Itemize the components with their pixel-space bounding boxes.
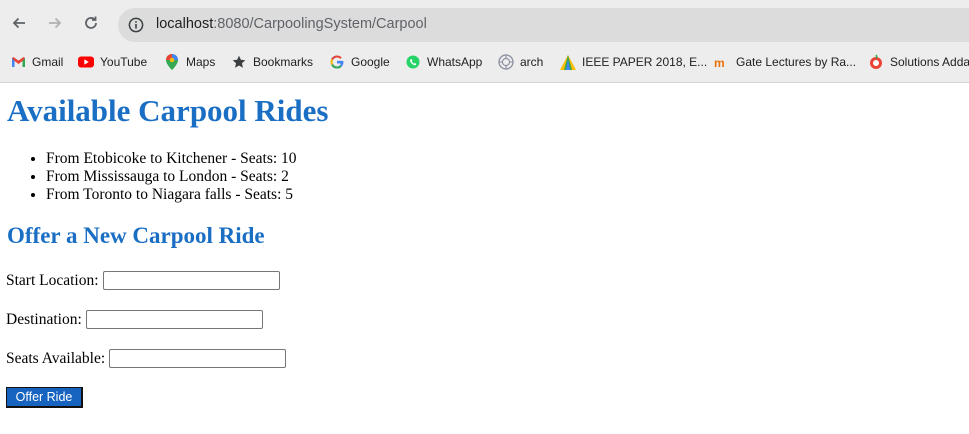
gmail-icon [10, 54, 26, 70]
page-title: Available Carpool Rides [7, 93, 329, 128]
list-item: From Mississauga to London - Seats: 2 [46, 168, 297, 186]
bookmark-label: Gate Lectures by Ra... [736, 55, 857, 69]
gate-icon: m [714, 54, 730, 70]
url-path: :8080/CarpoolingSystem/Carpool [213, 16, 427, 32]
address-bar[interactable]: localhost:8080/CarpoolingSystem/Carpool [118, 8, 969, 42]
seats-label: Seats Available: [6, 349, 106, 367]
bookmark-gmail[interactable]: Gmail [10, 53, 63, 71]
bookmark-label: Google [351, 55, 390, 69]
bookmark-label: Gmail [32, 55, 64, 69]
back-button[interactable] [6, 10, 32, 36]
destination-label: Destination: [6, 310, 82, 328]
bookmark-solutions[interactable]: Solutions Adda [868, 53, 969, 71]
bookmark-whatsapp[interactable]: WhatsApp [405, 53, 482, 71]
start-location-row: Start Location: [6, 271, 280, 290]
seats-row: Seats Available: [6, 349, 287, 368]
bookmarks-bar: Gmail YouTube Maps Bookmarks Google What… [0, 50, 969, 74]
star-icon [231, 54, 247, 70]
form-title: Offer a New Carpool Ride [7, 223, 265, 248]
arrow-left-icon [12, 17, 25, 29]
bookmark-label: WhatsApp [427, 55, 483, 69]
arrow-right-icon [49, 17, 62, 29]
bookmark-gate[interactable]: m Gate Lectures by Ra... [714, 53, 856, 71]
bookmark-label: IEEE PAPER 2018, E... [582, 55, 708, 69]
ieee-icon [560, 54, 576, 70]
list-item: From Etobicoke to Kitchener - Seats: 10 [46, 150, 297, 168]
bookmark-google[interactable]: Google [329, 53, 390, 71]
start-location-input[interactable] [102, 271, 280, 290]
browser-chrome: localhost:8080/CarpoolingSystem/Carpool … [0, 0, 969, 83]
destination-input[interactable] [85, 310, 263, 329]
reload-button[interactable] [78, 10, 104, 36]
reload-icon [85, 16, 97, 29]
whatsapp-icon [405, 54, 421, 70]
forward-button[interactable] [42, 10, 68, 36]
page-content: Available Carpool Rides From Etobicoke t… [0, 83, 969, 434]
bookmark-maps[interactable]: Maps [164, 53, 215, 71]
google-icon [329, 54, 345, 70]
info-icon[interactable] [128, 17, 144, 33]
bookmark-bookmarks[interactable]: Bookmarks [231, 53, 313, 71]
bookmark-label: YouTube [100, 55, 148, 69]
start-location-label: Start Location: [6, 271, 99, 289]
bookmark-label: Bookmarks [253, 55, 314, 69]
bookmark-arch[interactable]: arch [498, 53, 543, 71]
youtube-icon [78, 54, 94, 70]
destination-row: Destination: [6, 310, 263, 329]
bookmark-ieee[interactable]: IEEE PAPER 2018, E... [560, 53, 707, 71]
seats-input[interactable] [109, 349, 287, 368]
maps-icon [164, 54, 180, 70]
offer-ride-button[interactable]: Offer Ride [6, 387, 83, 408]
list-item: From Toronto to Niagara falls - Seats: 5 [46, 186, 297, 204]
svg-text:m: m [714, 56, 725, 69]
bookmark-youtube[interactable]: YouTube [78, 53, 147, 71]
bookmark-label: arch [520, 55, 544, 69]
rides-list: From Etobicoke to Kitchener - Seats: 10 … [0, 150, 297, 204]
bookmark-label: Solutions Adda [890, 55, 969, 69]
url-host: localhost [156, 16, 214, 32]
bookmark-label: Maps [186, 55, 216, 69]
url-text[interactable]: localhost:8080/CarpoolingSystem/Carpool [156, 16, 427, 32]
solutions-icon [868, 54, 884, 70]
browser-toolbar: localhost:8080/CarpoolingSystem/Carpool [0, 0, 969, 46]
arch-icon [498, 54, 514, 70]
